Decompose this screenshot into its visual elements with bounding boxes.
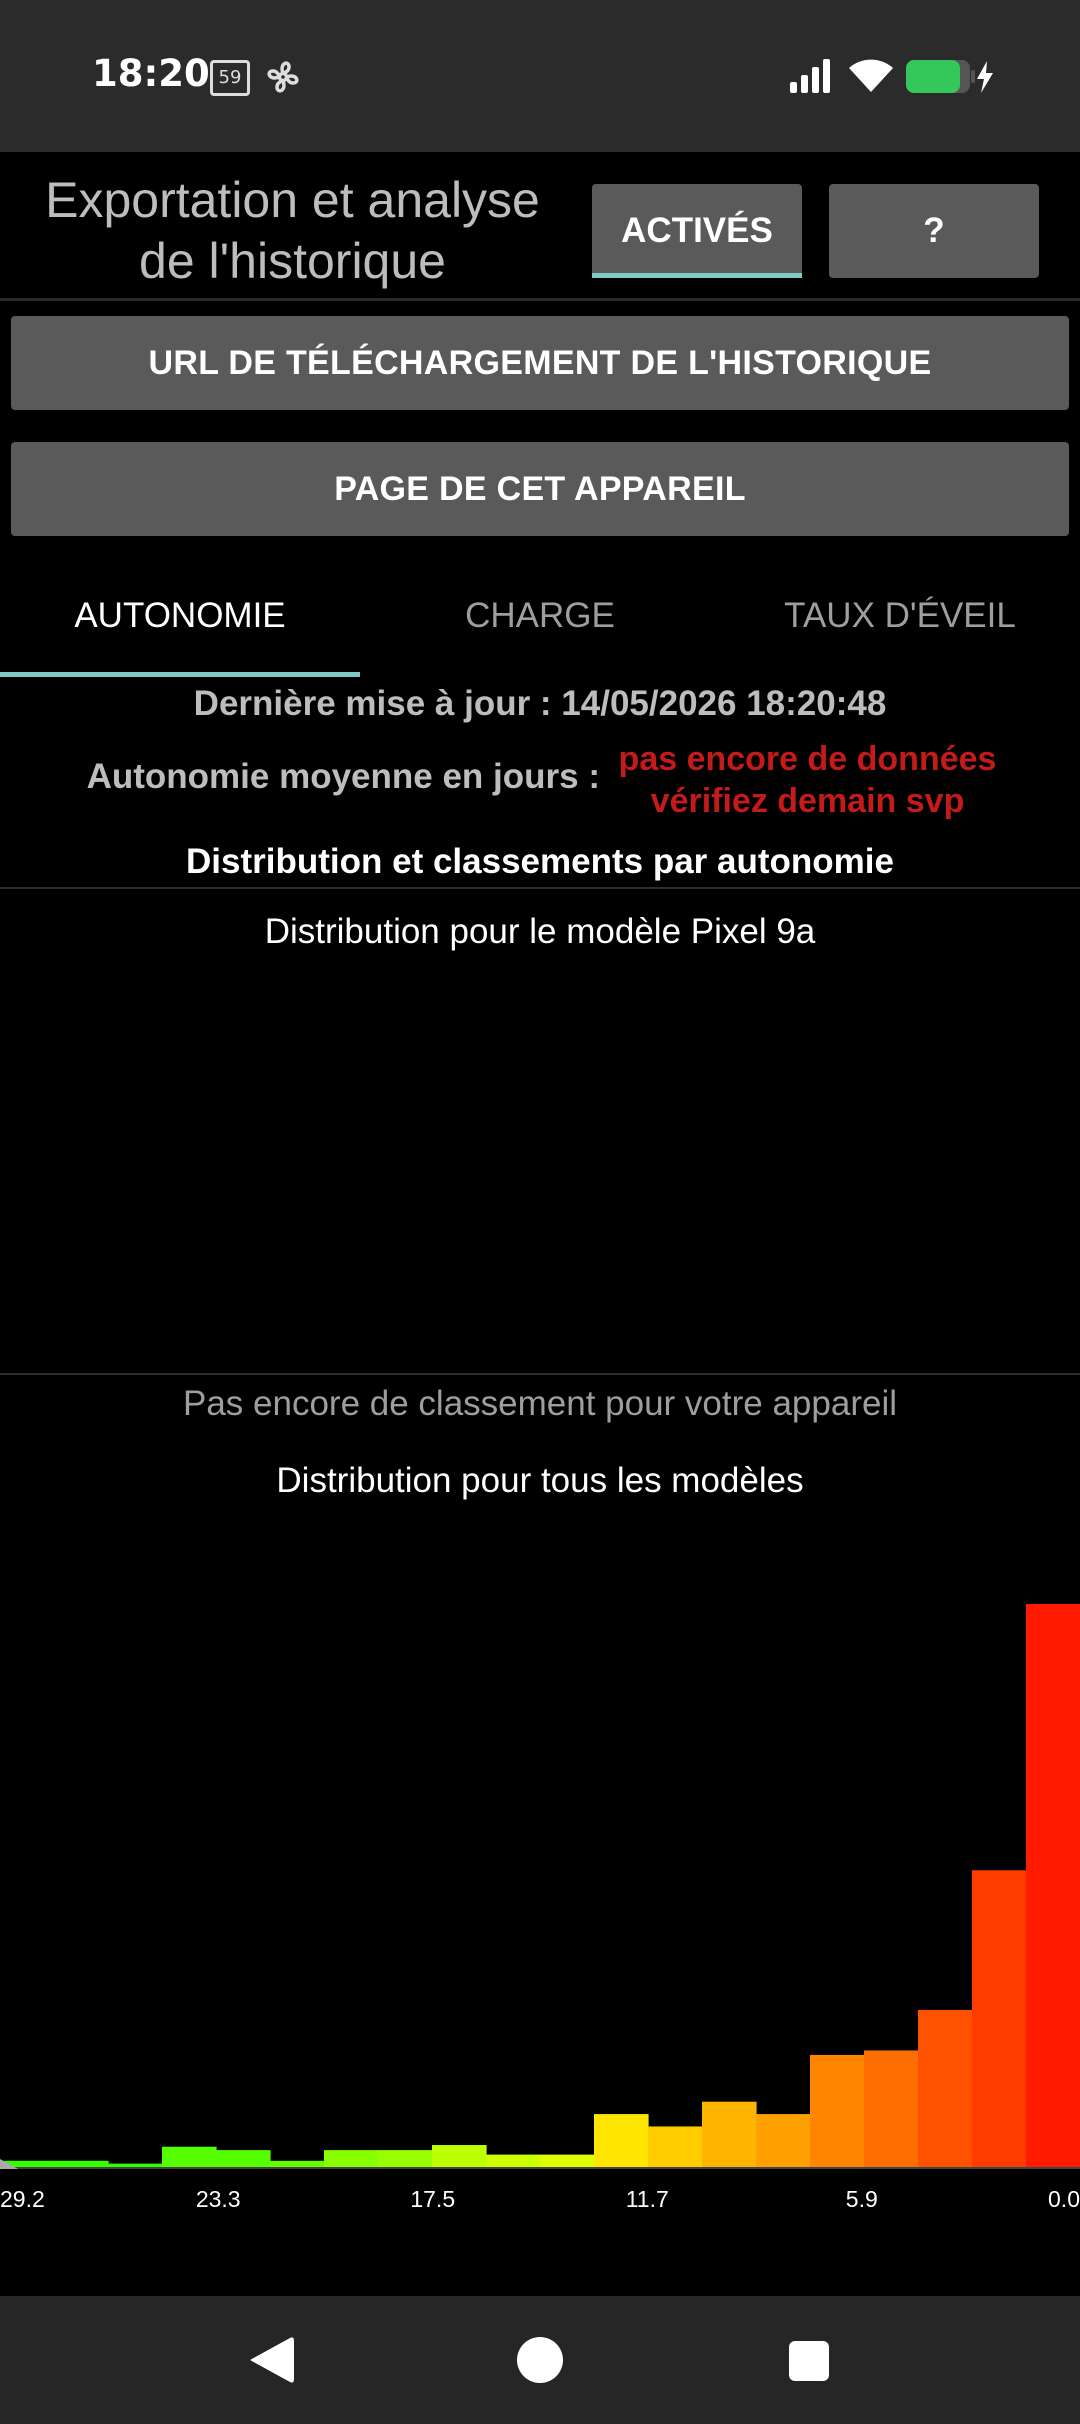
navigation-bar bbox=[0, 2296, 1080, 2424]
no-data-line-1: pas encore de données bbox=[618, 740, 997, 778]
histogram-bar bbox=[864, 2050, 919, 2167]
x-tick-label: 23.3 bbox=[196, 2186, 241, 2212]
no-rank-text: Pas encore de classement pour votre appa… bbox=[182, 1384, 897, 1423]
calendar-icon: 59 bbox=[210, 60, 250, 96]
recent-apps-icon[interactable] bbox=[788, 2340, 830, 2382]
x-tick-label: 11.7 bbox=[626, 2186, 669, 2212]
back-icon[interactable] bbox=[246, 2334, 296, 2386]
all-models-distribution-chart: 29.2 23.3 17.5 11.7 5.9 0.0 bbox=[0, 1604, 1080, 2212]
histogram-bar bbox=[918, 2009, 973, 2167]
histogram-bar bbox=[702, 2101, 757, 2167]
histogram-bar bbox=[54, 2160, 109, 2167]
average-autonomy-label: Autonomie moyenne en jours : bbox=[86, 757, 600, 796]
x-tick-label: 0.0 bbox=[1048, 2186, 1080, 2212]
signal-icon bbox=[790, 59, 830, 93]
no-data-line-2: vérifiez demain svp bbox=[650, 782, 965, 820]
x-tick-label: 29.2 bbox=[0, 2186, 45, 2212]
section-title: Distribution et classements par autonomi… bbox=[186, 842, 894, 881]
average-autonomy-value: pas encore de données vérifiez demain sv… bbox=[600, 738, 1015, 822]
help-button[interactable]: ? bbox=[829, 184, 1039, 278]
tab-bar: AUTONOMIE CHARGE TAUX D'ÉVEIL bbox=[0, 572, 1080, 678]
histogram-bar bbox=[108, 2163, 163, 2167]
activated-button-label: ACTIVÉS bbox=[621, 211, 773, 250]
home-icon[interactable] bbox=[515, 2335, 565, 2385]
model-distribution-title: Distribution pour le modèle Pixel 9a bbox=[264, 912, 816, 951]
activated-button[interactable]: ACTIVÉS bbox=[592, 184, 802, 278]
x-tick-label: 5.9 bbox=[846, 2186, 878, 2212]
status-time: 18:20 bbox=[92, 52, 210, 95]
histogram-bar bbox=[810, 2054, 865, 2167]
activated-indicator bbox=[592, 273, 802, 278]
histogram-bar bbox=[162, 2146, 217, 2167]
divider bbox=[0, 1373, 1080, 1375]
histogram-bar bbox=[972, 1870, 1027, 2167]
divider bbox=[0, 887, 1080, 889]
histogram-bar bbox=[378, 2150, 433, 2167]
histogram-bar bbox=[270, 2160, 325, 2167]
x-tick-label: 17.5 bbox=[410, 2186, 455, 2212]
all-models-distribution-title: Distribution pour tous les modèles bbox=[276, 1461, 804, 1500]
last-update-text: Dernière mise à jour : 14/05/2026 18:20:… bbox=[193, 684, 887, 723]
histogram-bar bbox=[486, 2154, 541, 2167]
history-url-button[interactable]: URL DE TÉLÉCHARGEMENT DE L'HISTORIQUE bbox=[11, 316, 1069, 410]
battery-charging-icon bbox=[906, 60, 993, 93]
histogram-bar bbox=[1026, 1604, 1080, 2167]
histogram-bar bbox=[756, 2114, 811, 2167]
wifi-icon bbox=[849, 59, 893, 92]
fan-icon bbox=[267, 61, 299, 93]
app-header: Exportation et analyse de l'historique A… bbox=[0, 152, 1080, 301]
tab-indicator bbox=[0, 672, 360, 677]
device-page-button[interactable]: PAGE DE CET APPAREIL bbox=[11, 442, 1069, 536]
histogram-bar bbox=[540, 2154, 595, 2167]
histogram-bar bbox=[594, 2114, 649, 2167]
histogram-bar bbox=[432, 2145, 487, 2167]
status-bar: 18:20 59 bbox=[0, 0, 1080, 155]
tab-autonomie[interactable]: AUTONOMIE bbox=[0, 572, 360, 678]
tab-charge[interactable]: CHARGE bbox=[360, 572, 720, 678]
histogram-bar bbox=[216, 2150, 271, 2167]
histogram-bar bbox=[324, 2150, 379, 2167]
tab-taux-eveil[interactable]: TAUX D'ÉVEIL bbox=[720, 572, 1080, 678]
histogram-bar bbox=[648, 2126, 703, 2167]
page-title: Exportation et analyse de l'historique bbox=[45, 172, 540, 289]
